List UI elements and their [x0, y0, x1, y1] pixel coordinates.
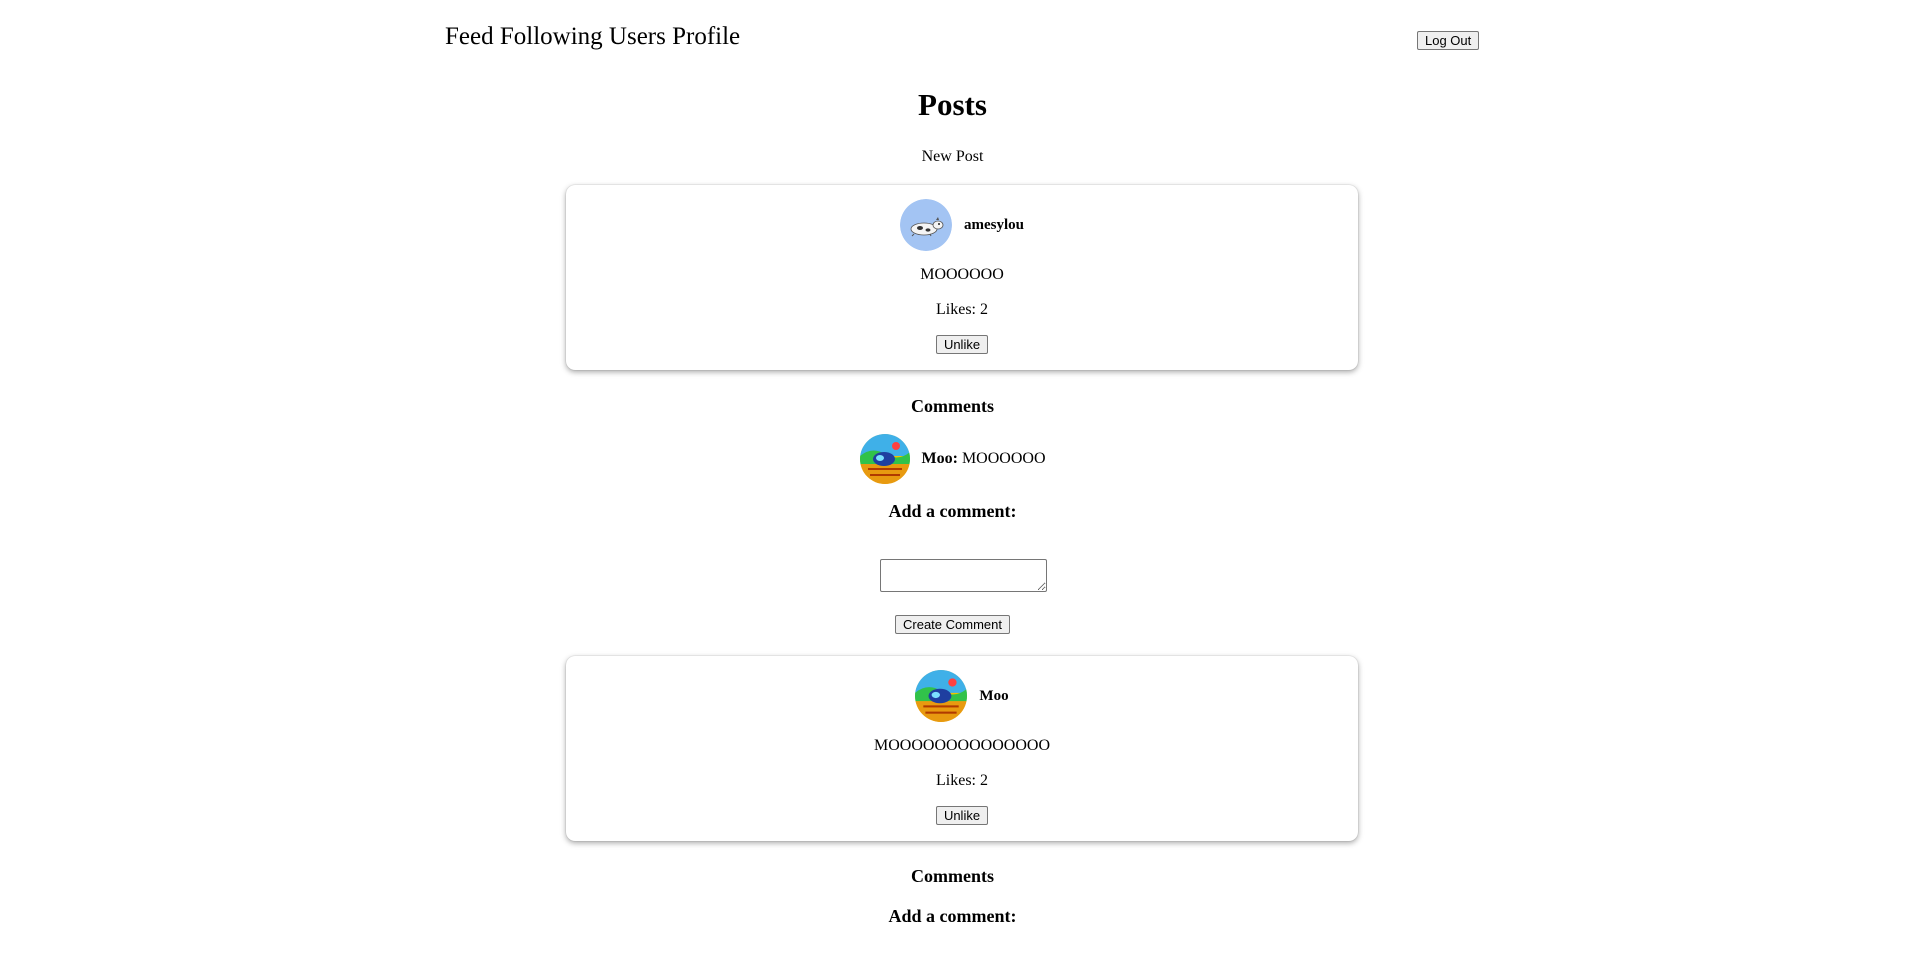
post-actions: Unlike: [566, 335, 1358, 354]
new-post-link: New Post: [0, 146, 1905, 168]
comment-body: MOOOOOO: [961, 450, 1046, 467]
add-comment-heading: Add a comment:: [888, 906, 1017, 926]
top-nav: Feed Following Users Profile: [445, 20, 740, 54]
comment-item: Moo: MOOOOOO: [0, 434, 1905, 484]
create-comment-row: Create Comment: [0, 615, 1905, 634]
nav-link-following[interactable]: Following: [500, 23, 603, 50]
cow-lying-avatar-icon: [900, 199, 952, 251]
new-post-label[interactable]: New Post: [922, 148, 984, 165]
add-comment-heading: Add a comment:: [888, 501, 1017, 521]
comment-author[interactable]: Moo:: [922, 450, 958, 467]
comment-text: Moo: MOOOOOO: [922, 450, 1046, 468]
page-title: Posts: [918, 87, 987, 122]
post-body: MOOOOOO: [920, 266, 1004, 283]
nav-link-users[interactable]: Users: [609, 23, 666, 50]
post-likes-count: Likes: 2: [936, 301, 988, 318]
post-card: amesylou MOOOOOO Likes: 2 Unlike: [566, 185, 1358, 370]
comment-textarea[interactable]: [880, 559, 1047, 592]
page: Feed Following Users Profile Log Out Pos…: [0, 0, 1905, 960]
nav-link-profile[interactable]: Profile: [672, 23, 740, 50]
post-author-row: amesylou: [566, 199, 1358, 251]
logout-button[interactable]: Log Out: [1417, 31, 1480, 50]
post-card: Moo MOOOOOOOOOOOOOO Likes: 2 Unlike: [566, 656, 1358, 841]
post-likes-count: Likes: 2: [936, 772, 988, 789]
comments-heading: Comments: [911, 396, 994, 416]
post-actions: Unlike: [566, 806, 1358, 825]
cow-field-avatar-icon: [859, 434, 910, 484]
post-author-name[interactable]: Moo: [979, 688, 1008, 705]
nav-link-feed[interactable]: Feed: [445, 23, 494, 50]
unlike-button[interactable]: Unlike: [935, 806, 989, 825]
post-author-row: Moo: [566, 670, 1358, 722]
unlike-button[interactable]: Unlike: [935, 335, 989, 354]
post-body: MOOOOOOOOOOOOOO: [874, 737, 1050, 754]
post-author-name[interactable]: amesylou: [964, 217, 1024, 234]
comments-heading: Comments: [911, 866, 994, 886]
create-comment-button[interactable]: Create Comment: [895, 615, 1010, 634]
cow-field-avatar-icon: [915, 670, 968, 722]
